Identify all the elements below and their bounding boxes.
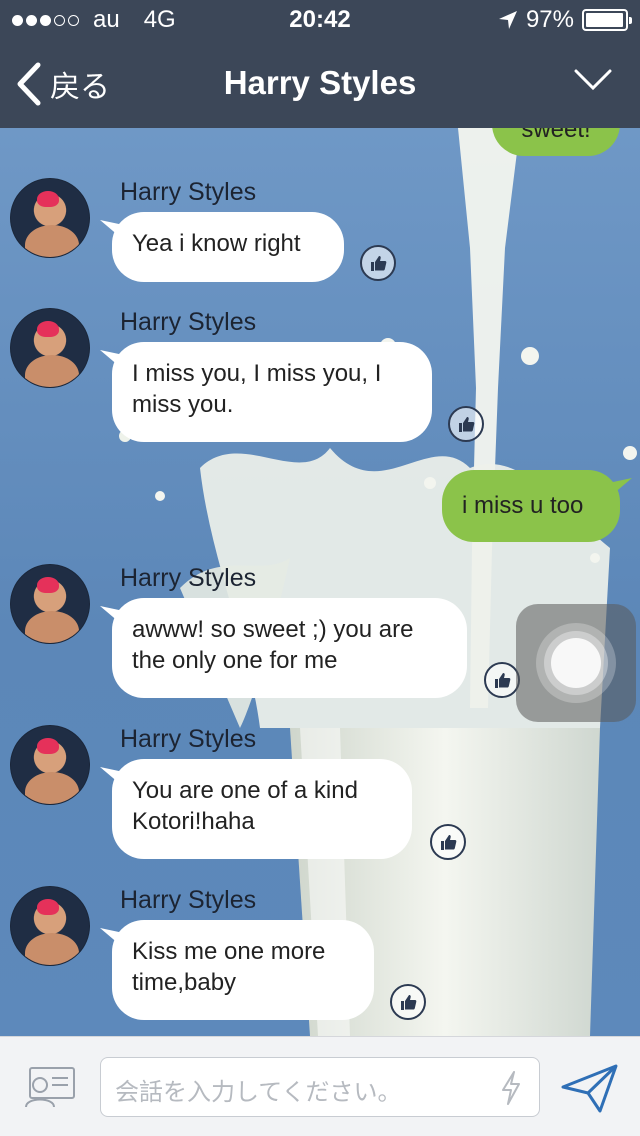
message-text: I miss you, I miss you, I miss you. — [132, 360, 382, 418]
message-text: sweet! — [521, 128, 591, 143]
message-bubble-incoming[interactable]: Kiss me one more time,baby — [112, 920, 374, 1020]
like-button[interactable] — [448, 406, 484, 442]
like-button[interactable] — [360, 245, 396, 281]
assistive-touch-dot — [551, 638, 601, 688]
status-right: 97% — [498, 0, 632, 40]
chat-title: Harry Styles — [223, 64, 417, 101]
assistive-touch-ring-inner — [544, 631, 608, 695]
like-button[interactable] — [484, 662, 520, 698]
like-button[interactable] — [390, 984, 426, 1020]
location-arrow-icon — [498, 11, 517, 29]
like-button[interactable] — [430, 824, 466, 860]
like-icon — [441, 835, 457, 850]
avatar[interactable] — [10, 725, 90, 805]
avatar[interactable] — [10, 886, 90, 966]
dropdown-chevron-icon[interactable] — [574, 68, 612, 92]
input-bar: 会話を入力してください。 — [0, 1036, 640, 1136]
sender-name: Harry Styles — [120, 178, 257, 206]
assistive-touch-ring — [536, 623, 616, 703]
send-icon[interactable] — [560, 1063, 620, 1115]
status-bar: au 4G 20:42 97% — [0, 0, 640, 40]
message-input[interactable]: 会話を入力してください。 — [100, 1057, 540, 1117]
message-bubble-incoming[interactable]: Yea i know right — [112, 212, 344, 282]
message-text: Yea i know right — [132, 230, 301, 257]
avatar[interactable] — [10, 178, 90, 258]
like-icon — [401, 995, 417, 1010]
contact-card-icon[interactable] — [22, 1065, 76, 1109]
sender-name: Harry Styles — [120, 725, 257, 753]
sender-name: Harry Styles — [120, 308, 257, 336]
nav-bar: 戻る Harry Styles — [0, 44, 640, 128]
message-input-placeholder: 会話を入力してください。 — [115, 1079, 402, 1106]
message-bubble-incoming[interactable]: awww! so sweet ;) you are the only one f… — [112, 598, 467, 698]
sender-name: Harry Styles — [120, 886, 257, 914]
message-text: You are one of a kind Kotori!haha — [132, 777, 358, 835]
assistive-touch-button[interactable] — [516, 604, 636, 722]
message-bubble-outgoing[interactable]: i miss u too — [442, 470, 620, 542]
message-text: awww! so sweet ;) you are the only one f… — [132, 616, 414, 674]
message-bubble-incoming[interactable]: I miss you, I miss you, I miss you. — [112, 342, 432, 442]
battery-icon — [582, 9, 632, 31]
message-text: Kiss me one more time,baby — [132, 938, 326, 996]
like-icon — [495, 673, 511, 688]
message-bubble-outgoing-partial[interactable]: sweet! — [492, 128, 620, 156]
message-bubble-incoming[interactable]: You are one of a kind Kotori!haha — [112, 759, 412, 859]
sender-name: Harry Styles — [120, 564, 257, 592]
like-icon — [459, 417, 475, 432]
avatar[interactable] — [10, 564, 90, 644]
avatar[interactable] — [10, 308, 90, 388]
battery-percent: 97% — [525, 6, 574, 33]
message-text: i miss u too — [462, 492, 584, 519]
like-icon — [371, 256, 387, 271]
lightning-icon[interactable] — [499, 1070, 523, 1106]
top-bar: au 4G 20:42 97% 戻る Harry Styles — [0, 0, 640, 128]
